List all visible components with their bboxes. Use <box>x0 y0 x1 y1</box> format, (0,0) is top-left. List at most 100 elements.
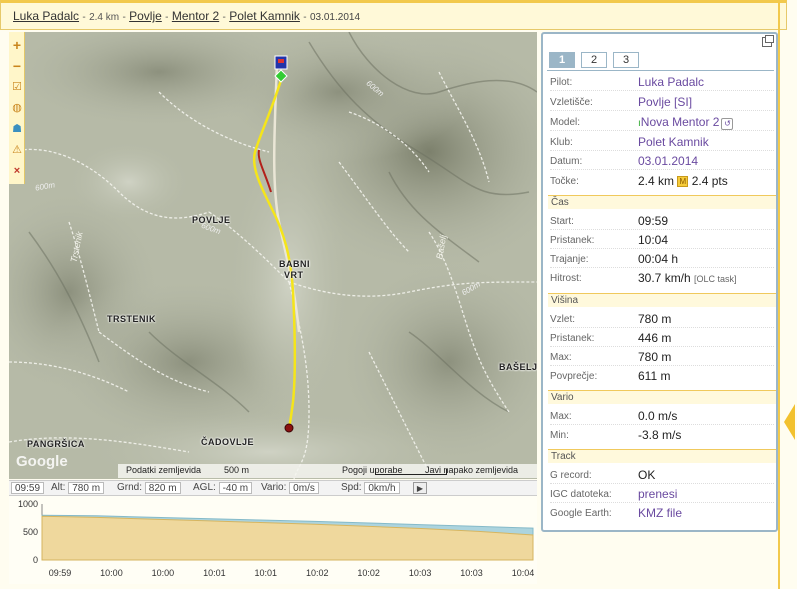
warning-icon[interactable]: ⚠ <box>9 140 25 161</box>
points-pts: 2.4 pts <box>691 174 728 188</box>
takeoff-alt-row: Vzlet: 780 m <box>550 309 774 328</box>
ge-row: Google Earth: KMZ file <box>550 503 774 522</box>
landing-alt-value: 446 m <box>638 331 672 345</box>
avg-alt-row: Povprečje: 611 m <box>550 366 774 385</box>
landing-value: 10:04 <box>638 233 669 247</box>
vario-min-value: -3.8 m/s <box>638 428 682 442</box>
report-error-link[interactable]: Javi napako zemljevida <box>425 465 518 475</box>
duration-value: 00:04 h <box>638 252 679 266</box>
title-date: 03.01.2014 <box>309 12 361 23</box>
scale-label: 500 m <box>224 465 250 475</box>
vario-readout: 0m/s <box>289 482 319 494</box>
speed-value: 30.7 km/h <box>638 271 691 285</box>
place-cadovlje: ČADOVLJE <box>201 437 255 447</box>
start-value: 09:59 <box>638 214 669 228</box>
spd-label: Spd: <box>341 482 362 493</box>
tab-2[interactable]: 2 <box>581 52 607 68</box>
x-tick-label: 10:03 <box>409 568 432 578</box>
takeoff-alt-label: Vzlet: <box>550 314 576 325</box>
title-sep: - <box>82 12 86 23</box>
place-babni-vrt-1: BABNI <box>279 259 310 269</box>
medal-icon: M <box>677 176 689 187</box>
vario-max-row: Max: 0.0 m/s <box>550 406 774 425</box>
google-logo: Google <box>16 453 68 470</box>
max-alt-value: 780 m <box>638 350 672 364</box>
tab-1[interactable]: 1 <box>549 52 575 68</box>
checkbox-icon[interactable]: ☑ <box>9 77 25 98</box>
x-tick-label: 10:00 <box>152 568 175 578</box>
landing-alt-row: Pristanek: 446 m <box>550 328 774 347</box>
grecord-label: G record: <box>550 470 592 481</box>
model-value[interactable]: Nova Mentor 2 <box>641 115 720 129</box>
model-link[interactable]: Mentor 2 <box>172 9 219 23</box>
x-tick-label: 10:03 <box>460 568 483 578</box>
date-label: Datum: <box>550 156 583 167</box>
y-tick-label: 1000 <box>18 499 38 509</box>
grnd-label: Grnd: <box>117 482 143 493</box>
terrain-map[interactable]: POVLJE BABNI VRT TRSTENIK BAŠELJ PANGRŠI… <box>9 32 537 479</box>
start-label: Start: <box>550 216 574 227</box>
takeoff-alt-value: 780 m <box>638 312 672 326</box>
title-distance: 2.4 km <box>89 12 120 23</box>
spd-readout: 0km/h <box>364 482 400 494</box>
altitude-chart[interactable]: 1000 500 0 09:59 10:00 10:00 10:01 10:01 10:02 10… <box>9 496 537 584</box>
section-time: Čas <box>548 195 776 209</box>
y-tick-label: 0 <box>33 555 38 565</box>
duration-row: Trajanje: 00:04 h <box>550 249 774 268</box>
club-label: Klub: <box>550 137 573 148</box>
speed-note: [OLC task] <box>694 274 737 284</box>
flight-title-bar: Luka Padalc - 2.4 km - Povlje - Mentor 2… <box>0 0 787 30</box>
igc-row: IGC datoteka: prenesi <box>550 484 774 503</box>
place-trstenik: TRSTENIK <box>107 314 156 324</box>
grecord-value: OK <box>638 468 656 482</box>
place-baselj: BAŠELJ <box>499 362 537 372</box>
max-alt-label: Max: <box>550 352 572 363</box>
date-row: Datum: 03.01.2014 <box>550 151 774 170</box>
globe-icon[interactable]: ◍ <box>9 98 25 119</box>
x-tick-label: 10:01 <box>203 568 226 578</box>
club-value[interactable]: Polet Kamnik <box>638 135 709 149</box>
agl-label: AGL: <box>193 482 216 493</box>
pilot-value[interactable]: Luka Padalc <box>638 75 704 89</box>
maximize-icon[interactable] <box>762 35 774 47</box>
title-sep: - <box>303 12 307 23</box>
kmz-download-link[interactable]: KMZ file <box>638 506 682 520</box>
title-sep: - <box>122 12 126 23</box>
points-km: 2.4 km <box>638 174 675 188</box>
terms-link[interactable]: Pogoji uporabe <box>342 465 403 475</box>
takeoff-link[interactable]: Povlje <box>129 9 162 23</box>
plus-icon[interactable]: + <box>9 35 25 56</box>
x-tick-label: 10:02 <box>357 568 380 578</box>
model-label: Model: <box>550 117 581 128</box>
takeoff-row: Vzletišče: Povlje [SI] <box>550 92 774 111</box>
ge-label: Google Earth: <box>550 508 612 519</box>
vario-min-row: Min: -3.8 m/s <box>550 425 774 444</box>
map-data-link[interactable]: Podatki zemljevida <box>126 465 201 475</box>
hat-icon[interactable]: ☗ <box>9 119 25 140</box>
date-value[interactable]: 03.01.2014 <box>638 154 698 168</box>
close-icon[interactable]: × <box>9 161 25 182</box>
play-icon[interactable]: ▶ <box>413 482 427 494</box>
landing-label: Pristanek: <box>550 235 595 246</box>
side-arrow-icon[interactable] <box>784 404 795 440</box>
grnd-readout: 820 m <box>144 482 181 494</box>
flight-info-panel: 1 2 3 Pilot: Luka Padalc Vzletišče: Povl… <box>541 32 778 532</box>
takeoff-value[interactable]: Povlje [SI] <box>638 95 692 109</box>
avg-alt-label: Povprečje: <box>550 371 598 382</box>
place-pangrsica: PANGRŠICA <box>27 439 85 449</box>
start-row: Start: 09:59 <box>550 211 774 230</box>
avg-alt-value: 611 m <box>638 369 671 383</box>
igc-download-link[interactable]: prenesi <box>638 487 677 501</box>
title-sep: - <box>222 12 226 23</box>
x-tick-label: 10:01 <box>255 568 278 578</box>
vario-max-label: Max: <box>550 411 572 422</box>
tab-3[interactable]: 3 <box>613 52 639 68</box>
section-height: Višina <box>548 293 776 307</box>
grecord-row: G record: OK <box>550 465 774 484</box>
place-babni-vrt-2: VRT <box>284 270 304 280</box>
minus-icon[interactable]: − <box>9 56 25 77</box>
map-toolbar: + − ☑ ◍ ☗ ⚠ × <box>9 32 25 184</box>
speed-row: Hitrost: 30.7 km/h [OLC task] <box>550 268 774 287</box>
pilot-link[interactable]: Luka Padalc <box>13 9 79 23</box>
club-link[interactable]: Polet Kamnik <box>229 9 300 23</box>
